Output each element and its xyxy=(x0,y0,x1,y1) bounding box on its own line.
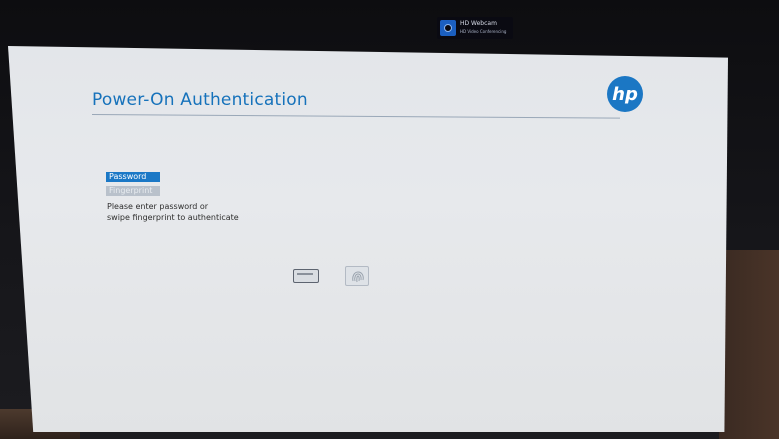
webcam-icon xyxy=(440,20,456,36)
webcam-subtitle: HD Video Conferencing xyxy=(460,29,507,34)
instruction-line-2: swipe fingerprint to authenticate xyxy=(107,213,239,222)
option-password[interactable]: Password xyxy=(106,172,160,182)
auth-screen: Power-On Authentication hp Password Fing… xyxy=(8,46,728,432)
instruction-text: Please enter password or swipe fingerpri… xyxy=(107,201,239,223)
keyboard-icon xyxy=(293,269,319,283)
webcam-badge: HD Webcam HD Video Conferencing xyxy=(437,17,513,39)
background-surface xyxy=(719,250,779,439)
fingerprint-icon xyxy=(345,266,369,286)
hp-logo: hp xyxy=(607,76,643,112)
title-divider xyxy=(91,114,620,119)
webcam-title: HD Webcam xyxy=(460,20,497,27)
option-fingerprint[interactable]: Fingerprint xyxy=(106,186,160,196)
page-title: Power-On Authentication xyxy=(92,90,308,110)
instruction-line-1: Please enter password or xyxy=(107,202,209,211)
